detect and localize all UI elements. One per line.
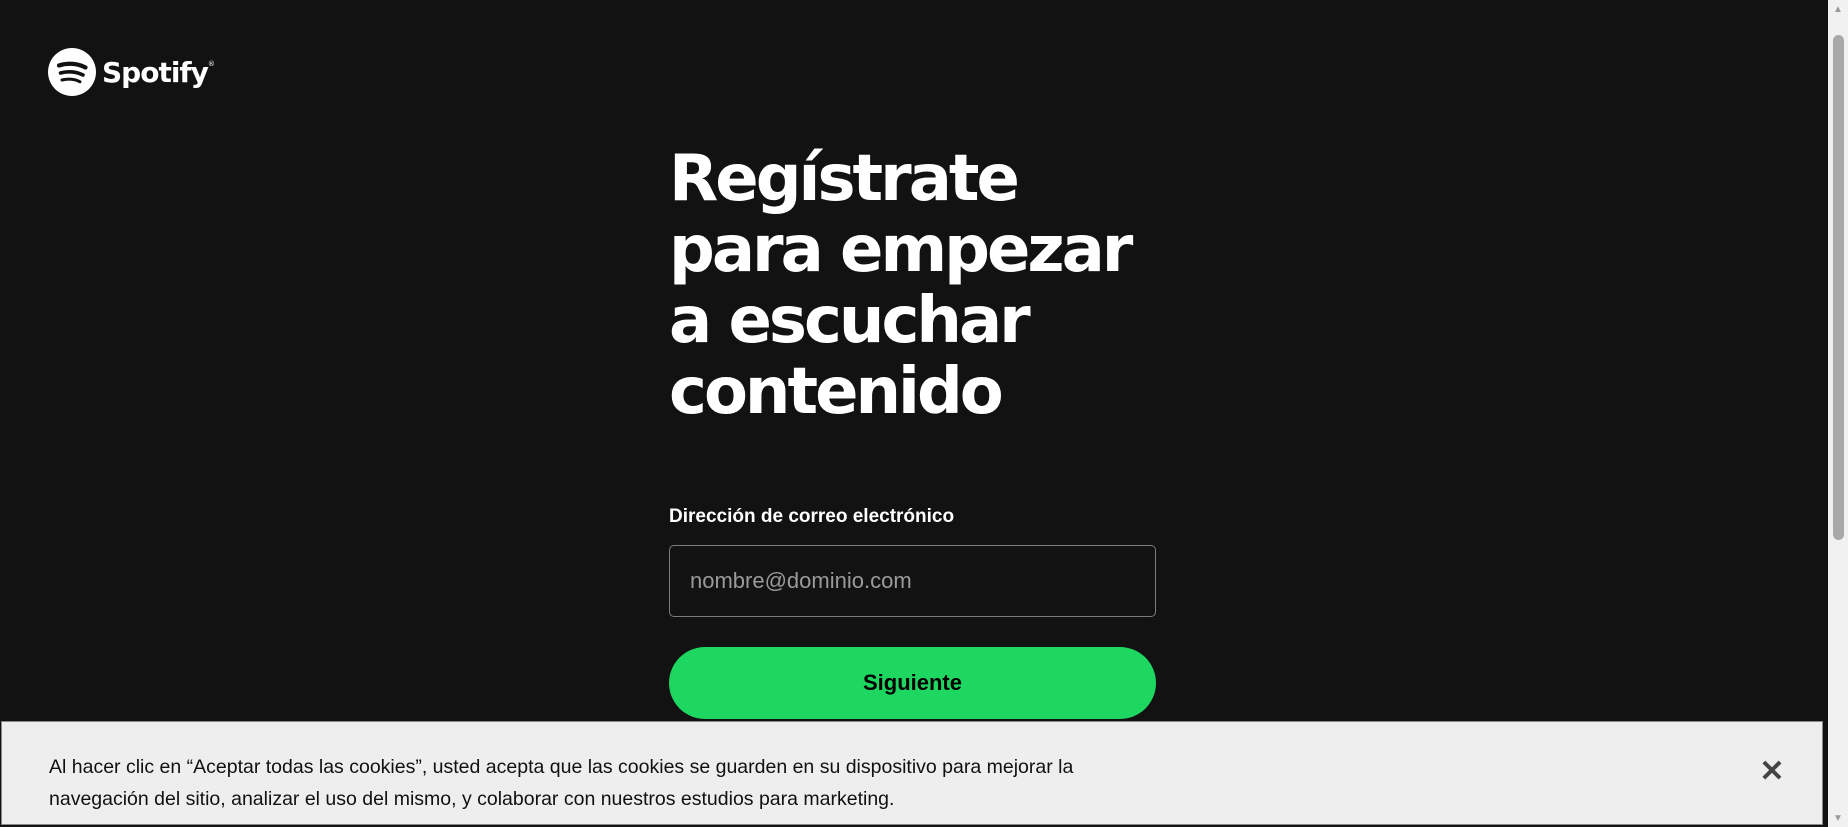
cookie-banner: Al hacer clic en “Aceptar todas las cook… bbox=[1, 721, 1823, 825]
signup-page: Spotify® Regístrate para empezar a escuc… bbox=[0, 0, 1848, 827]
next-button[interactable]: Siguiente bbox=[669, 647, 1156, 719]
spotify-logo-icon bbox=[48, 48, 96, 96]
trademark-symbol: ® bbox=[207, 59, 215, 68]
brand-name: Spotify® bbox=[102, 55, 215, 89]
signup-form: Regístrate para empezar a escuchar conte… bbox=[669, 142, 1156, 719]
scrollbar[interactable]: ▲ ▼ bbox=[1828, 0, 1848, 827]
page-title: Regístrate para empezar a escuchar conte… bbox=[669, 142, 1133, 429]
scroll-up-arrow-icon[interactable]: ▲ bbox=[1828, 0, 1848, 18]
scroll-down-arrow-icon[interactable]: ▼ bbox=[1828, 809, 1848, 827]
email-label: Dirección de correo electrónico bbox=[669, 506, 955, 527]
cookie-message: Al hacer clic en “Aceptar todas las cook… bbox=[49, 756, 1074, 810]
email-field[interactable] bbox=[669, 545, 1156, 617]
spotify-logo[interactable]: Spotify® bbox=[48, 48, 215, 96]
scrollbar-thumb[interactable] bbox=[1833, 35, 1844, 540]
close-icon[interactable]: ✕ bbox=[1756, 756, 1788, 788]
